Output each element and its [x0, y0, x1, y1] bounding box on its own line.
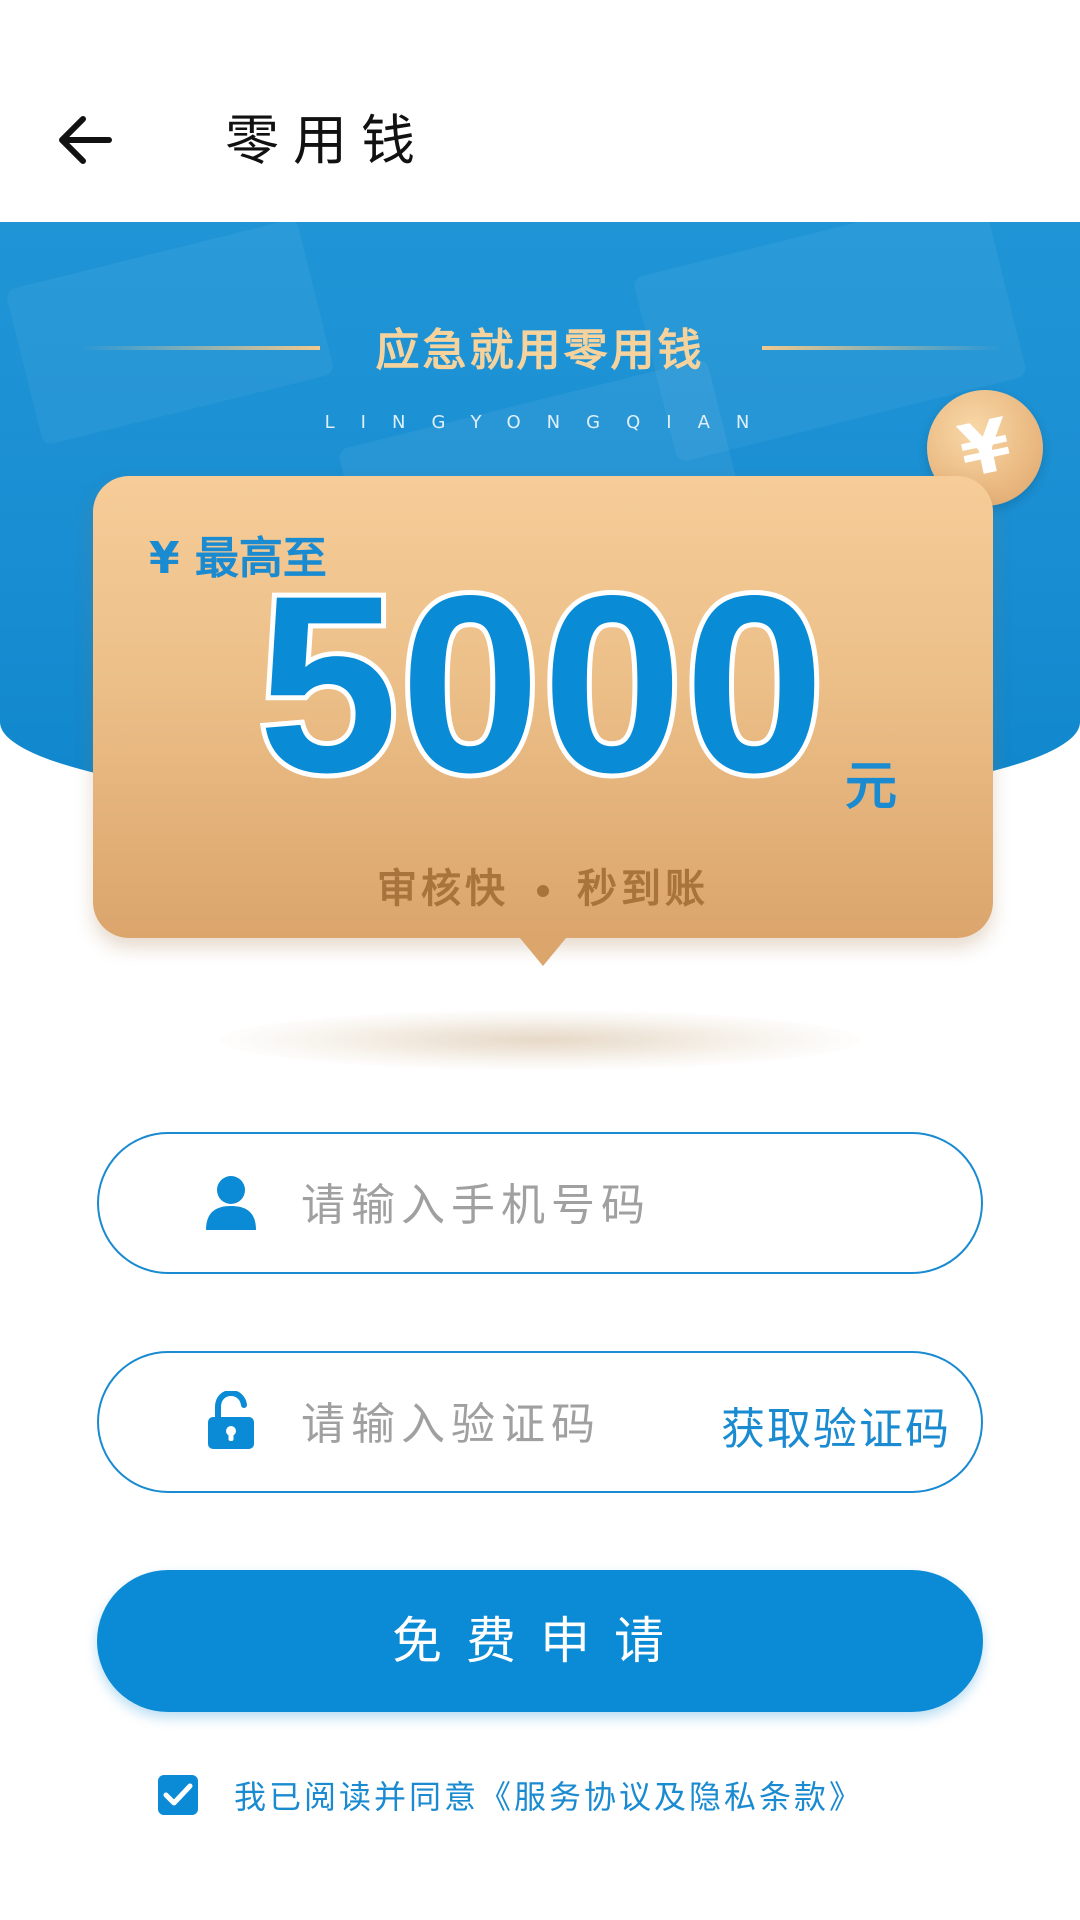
- banner-subslogan: LINGYONGQIAN: [324, 412, 776, 433]
- back-button[interactable]: [40, 95, 130, 185]
- separator-dot: [537, 885, 549, 897]
- agreement-row: 我已阅读并同意 《服务协议及隐私条款》: [158, 1772, 864, 1818]
- arrow-left-icon: [59, 116, 112, 164]
- app-header: 零用钱: [0, 0, 1080, 222]
- slogan-row: 应急就用零用钱: [0, 314, 1080, 384]
- amount-card: ¥ 最高至 5000 元 审核快 秒到账: [93, 476, 993, 938]
- agreement-link[interactable]: 《服务协议及隐私条款》: [479, 1772, 864, 1818]
- feature-instant-arrival: 秒到账: [577, 866, 709, 912]
- verification-code-input[interactable]: [299, 1383, 683, 1465]
- verification-code-field[interactable]: 获取验证码: [97, 1351, 983, 1493]
- feature-fast-review: 审核快: [377, 866, 509, 912]
- slogan-divider-right: [762, 346, 1002, 350]
- agreement-text: 我已阅读并同意: [234, 1778, 480, 1816]
- apply-button[interactable]: 免费申请: [97, 1570, 983, 1712]
- card-shadow: [220, 1010, 860, 1070]
- user-icon: [199, 1170, 263, 1234]
- max-amount: 5000: [253, 541, 830, 828]
- unlock-icon: [199, 1389, 263, 1453]
- page-title: 零用钱: [225, 109, 429, 172]
- amount-unit: 元: [845, 757, 898, 817]
- card-features: 审核快 秒到账: [93, 856, 993, 914]
- phone-field[interactable]: [97, 1132, 983, 1274]
- card-pointer: [515, 932, 571, 966]
- phone-input[interactable]: [299, 1164, 753, 1246]
- get-code-button[interactable]: 获取验证码: [721, 1393, 951, 1457]
- agreement-checkbox[interactable]: [158, 1775, 198, 1815]
- checkmark-icon: [163, 1783, 193, 1806]
